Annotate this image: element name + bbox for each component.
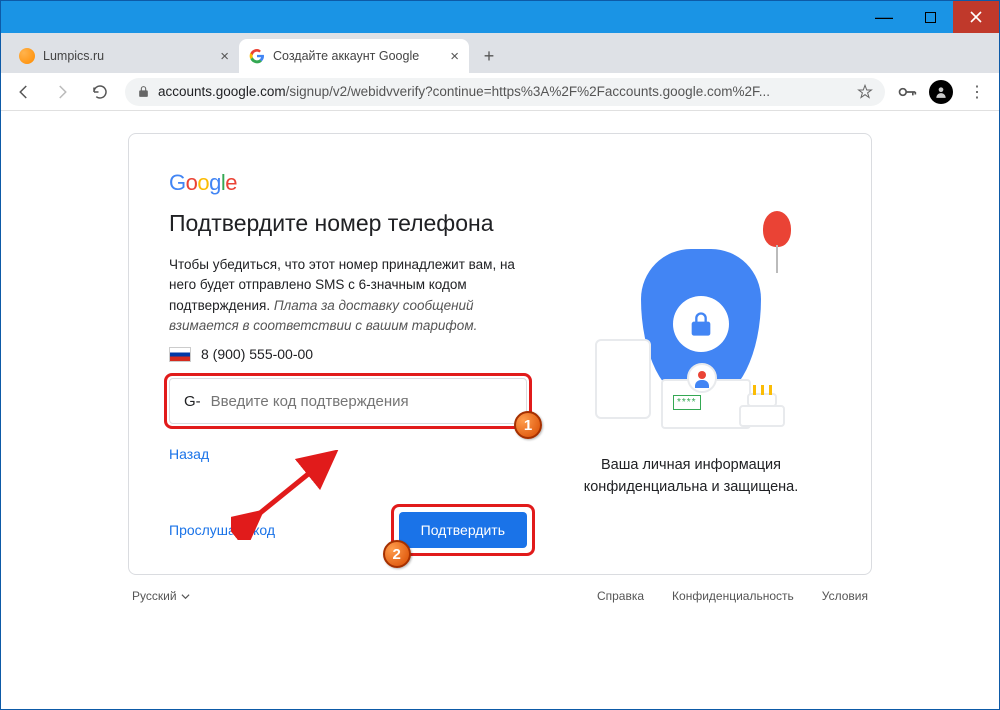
window-titlebar: — — [1, 1, 999, 33]
page-footer: Русский Справка Конфиденциальность Услов… — [128, 575, 872, 617]
nav-forward-button[interactable] — [49, 79, 75, 105]
profile-avatar[interactable] — [929, 80, 953, 104]
browser-menu-button[interactable]: ⋮ — [965, 82, 989, 102]
listen-code-link[interactable]: Прослушать код — [169, 522, 275, 538]
google-logo: Google — [169, 170, 527, 196]
window-maximize-button[interactable] — [907, 1, 953, 33]
verification-code-field[interactable]: G- 1 — [169, 378, 527, 424]
url-text: accounts.google.com/signup/v2/webidvveri… — [158, 84, 770, 99]
footer-terms-link[interactable]: Условия — [822, 589, 868, 603]
window-minimize-button[interactable]: — — [861, 1, 907, 33]
chevron-down-icon — [181, 592, 190, 601]
browser-tab-google-signup[interactable]: Создайте аккаунт Google × — [239, 39, 469, 73]
tab-close-icon[interactable]: × — [450, 48, 459, 65]
browser-tabbar: Lumpics.ru × Создайте аккаунт Google × + — [1, 33, 999, 73]
tab-title: Создайте аккаунт Google — [273, 49, 419, 63]
privacy-illustration — [571, 219, 811, 449]
phone-number: 8 (900) 555-00-00 — [201, 346, 313, 362]
browser-toolbar: accounts.google.com/signup/v2/webidvveri… — [1, 73, 999, 111]
lock-icon — [137, 85, 150, 98]
language-selector[interactable]: Русский — [132, 589, 190, 603]
confirm-button[interactable]: Подтвердить — [399, 512, 527, 548]
nav-reload-button[interactable] — [87, 79, 113, 105]
footer-help-link[interactable]: Справка — [597, 589, 644, 603]
address-bar[interactable]: accounts.google.com/signup/v2/webidvveri… — [125, 78, 885, 106]
verification-code-input[interactable] — [211, 393, 512, 410]
flag-ru-icon — [169, 347, 191, 362]
signup-card: Google Подтвердите номер телефона Чтобы … — [128, 133, 872, 575]
passwords-key-icon[interactable] — [897, 82, 917, 102]
page-description: Чтобы убедиться, что этот номер принадле… — [169, 255, 527, 336]
page-headline: Подтвердите номер телефона — [169, 210, 527, 237]
nav-back-button[interactable] — [11, 79, 37, 105]
tab-title: Lumpics.ru — [43, 49, 104, 63]
new-tab-button[interactable]: + — [475, 42, 503, 70]
bookmark-star-icon[interactable] — [857, 84, 873, 100]
favicon-lumpics — [19, 48, 35, 64]
annotation-badge-1: 1 — [514, 411, 542, 439]
window-close-button[interactable] — [953, 1, 999, 33]
phone-number-row: 8 (900) 555-00-00 — [169, 346, 527, 362]
favicon-google — [249, 48, 265, 64]
back-link[interactable]: Назад — [169, 446, 209, 462]
browser-tab-lumpics[interactable]: Lumpics.ru × — [9, 39, 239, 73]
code-prefix: G- — [184, 393, 201, 410]
footer-privacy-link[interactable]: Конфиденциальность — [672, 589, 794, 603]
illustration-caption: Ваша личная информация конфиденциальна и… — [551, 455, 831, 499]
tab-close-icon[interactable]: × — [220, 48, 229, 65]
